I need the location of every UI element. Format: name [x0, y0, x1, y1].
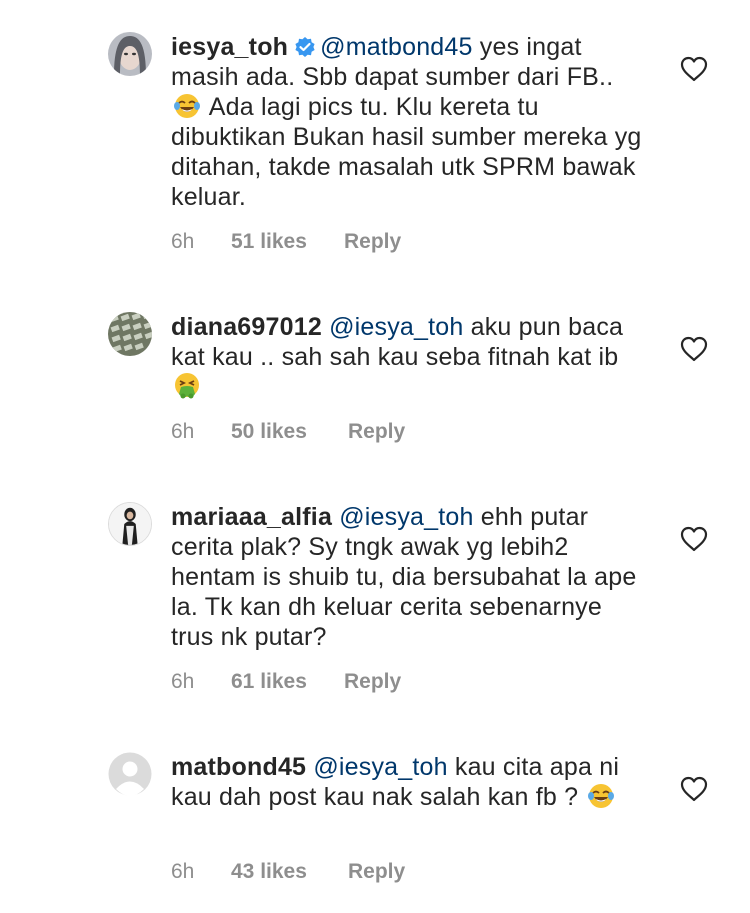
laughing-tears-emoji-icon: [587, 782, 615, 810]
reply-button[interactable]: Reply: [348, 860, 405, 884]
like-heart-icon[interactable]: [680, 336, 708, 362]
avatar[interactable]: [108, 752, 152, 796]
comment-text: iesya_toh @matbond45 yes ingat masih ada.…: [171, 32, 651, 212]
comment-username[interactable]: iesya_toh: [171, 33, 288, 61]
comment-time: 6h: [171, 860, 195, 883]
mention-link[interactable]: @iesya_toh: [339, 503, 473, 531]
comment-time: 6h: [171, 420, 195, 443]
vomiting-face-emoji-icon: [173, 372, 201, 400]
comment-1: iesya_toh @matbond45 yes ingat masih ada.…: [0, 0, 750, 270]
comment-time: 6h: [171, 670, 195, 693]
comment-meta: 6h 61 likes Reply: [171, 670, 401, 694]
comment-meta: 6h 50 likes Reply: [171, 420, 405, 444]
comment-text: diana697012 @iesya_toh aku pun baca kat …: [171, 312, 651, 402]
comment-meta: 6h 43 likes Reply: [171, 860, 405, 884]
avatar-photo-icon: [108, 32, 152, 76]
like-heart-icon[interactable]: [680, 776, 708, 802]
avatar-photo-icon: [108, 312, 152, 356]
likes-count[interactable]: 43 likes: [231, 860, 348, 884]
comment-username[interactable]: matbond45: [171, 753, 306, 781]
like-heart-icon[interactable]: [680, 56, 708, 82]
comment-username[interactable]: mariaaa_alfia: [171, 503, 332, 531]
reply-button[interactable]: Reply: [348, 420, 405, 444]
mention-link[interactable]: @iesya_toh: [313, 753, 447, 781]
likes-count[interactable]: 51 likes: [231, 230, 344, 254]
likes-count[interactable]: 50 likes: [231, 420, 348, 444]
like-heart-icon[interactable]: [680, 526, 708, 552]
mention-link[interactable]: @iesya_toh: [329, 313, 463, 341]
laughing-tears-emoji-icon: [173, 92, 201, 120]
comment-meta: 6h 51 likes Reply: [171, 230, 401, 254]
default-avatar-icon: [108, 752, 152, 796]
avatar[interactable]: [108, 502, 152, 546]
comment-body-continued: Ada lagi pics tu. Klu kereta tu dibuktik…: [171, 93, 642, 211]
reply-button[interactable]: Reply: [344, 670, 401, 694]
likes-count[interactable]: 61 likes: [231, 670, 344, 694]
comment-text: matbond45 @iesya_toh kau cita apa ni kau…: [171, 752, 651, 812]
verified-badge-icon: [294, 35, 316, 57]
comment-username[interactable]: diana697012: [171, 313, 322, 341]
avatar[interactable]: [108, 32, 152, 76]
comment-text: mariaaa_alfia @iesya_toh ehh putar cerit…: [171, 502, 651, 652]
avatar[interactable]: [108, 312, 152, 356]
comment-time: 6h: [171, 230, 195, 253]
reply-button[interactable]: Reply: [344, 230, 401, 254]
avatar-photo-icon: [109, 503, 151, 545]
mention-link[interactable]: @matbond45: [320, 33, 472, 61]
